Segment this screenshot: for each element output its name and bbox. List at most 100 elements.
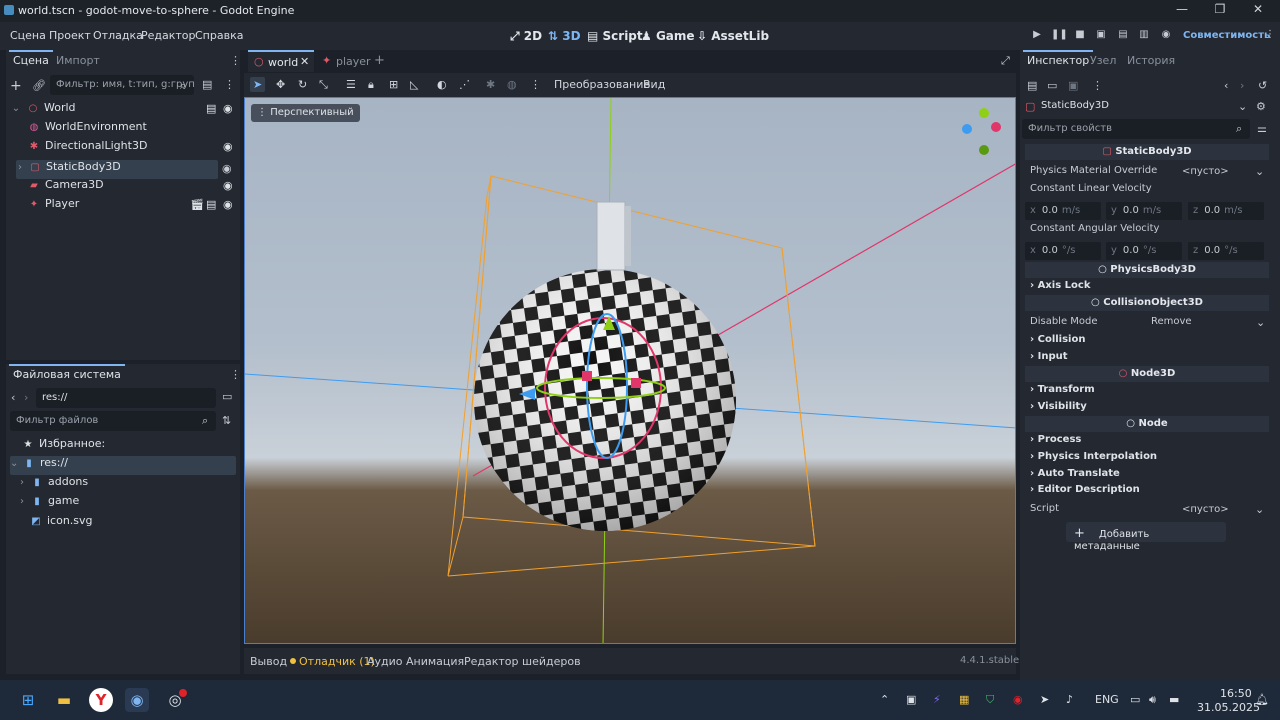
linear-x-field[interactable]: x 0.0 m/s <box>1025 202 1101 220</box>
expand-icon[interactable]: › <box>18 496 26 507</box>
tab-node[interactable]: Узел <box>1090 54 1116 67</box>
tab-audio[interactable]: Аудио <box>367 655 403 668</box>
start-icon[interactable]: ⊞ <box>16 688 40 712</box>
godot-icon[interactable]: ◉ <box>125 688 149 712</box>
scene-tab-world[interactable]: ○ world ✕ <box>248 50 314 72</box>
dropdown-icon[interactable]: ⌄ <box>1256 316 1265 329</box>
close-tab-icon[interactable]: ✕ <box>300 55 309 68</box>
renderer-selector[interactable]: Совместимость <box>1183 30 1270 41</box>
script-icon[interactable]: ▤ <box>206 198 216 211</box>
visibility-icon[interactable]: ◉ <box>223 179 233 192</box>
tray-battery-icon[interactable]: ▬ <box>1169 693 1179 706</box>
fs-item-addons[interactable]: › ▮ addons <box>18 475 88 494</box>
tray-telegram-icon[interactable]: ➤ <box>1040 693 1049 706</box>
player-box[interactable] <box>596 201 626 271</box>
close-icon[interactable]: ✕ <box>1246 2 1270 20</box>
maximize-icon[interactable]: ❐ <box>1208 2 1232 20</box>
orientation-gizmo-x[interactable] <box>991 122 1001 132</box>
orientation-gizmo-y[interactable] <box>979 108 989 118</box>
disable-mode-value[interactable]: Remove <box>1151 316 1192 327</box>
expand-icon[interactable]: › <box>18 477 26 488</box>
angular-y-field[interactable]: y 0.0 °/s <box>1106 242 1182 260</box>
stop-icon[interactable]: ■ <box>1072 29 1088 43</box>
language-indicator[interactable]: ENG <box>1095 693 1119 706</box>
snap-icon[interactable]: ⋰ <box>459 78 470 91</box>
group-physics-interpolation[interactable]: › Physics Interpolation <box>1030 451 1157 462</box>
perspective-menu[interactable]: ⋮ Перспективный <box>251 104 360 122</box>
tab-shader-editor[interactable]: Редактор шейдеров <box>464 655 581 668</box>
tray-mic-icon[interactable]: ♪ <box>1066 693 1073 706</box>
play-icon[interactable]: ▶ <box>1029 29 1045 43</box>
inspector-menu-icon[interactable]: ⋮ <box>1092 79 1103 92</box>
file-explorer-icon[interactable]: ▬ <box>52 688 76 712</box>
menu-project[interactable]: Проект <box>49 29 91 42</box>
back-icon[interactable]: ‹ <box>11 391 15 404</box>
script-value[interactable]: <пусто> <box>1182 504 1229 515</box>
orientation-gizmo-z[interactable] <box>962 124 972 134</box>
group-process[interactable]: › Process <box>1030 434 1081 445</box>
fs-item-icon-svg[interactable]: ◩ icon.svg <box>30 514 92 533</box>
play-scene-icon[interactable]: ▤ <box>1115 29 1131 43</box>
main-3d-button[interactable]: ⇅ 3D <box>548 29 581 43</box>
transform-menu[interactable]: Преобразование <box>554 78 650 91</box>
sun-preview-icon[interactable]: ✱ <box>486 78 495 91</box>
linear-z-field[interactable]: z 0.0 m/s <box>1188 202 1264 220</box>
tray-volume-icon[interactable]: 🔊︎ <box>1149 693 1156 707</box>
select-tool-icon[interactable]: ➤ <box>250 77 266 92</box>
tree-item-world-environment[interactable]: ◍ WorldEnvironment <box>28 120 236 139</box>
group-icon[interactable]: ⊞ <box>389 78 398 91</box>
expand-icon[interactable]: ⌄ <box>10 103 22 114</box>
view-menu[interactable]: Вид <box>643 78 665 91</box>
menu-scene[interactable]: Сцена <box>10 29 46 42</box>
distraction-free-icon[interactable]: ⤢ <box>1001 54 1010 68</box>
split-mode-icon[interactable]: ▭ <box>222 390 232 403</box>
tray-display-icon[interactable]: ▭ <box>1130 693 1140 706</box>
script-icon[interactable]: ▤ <box>206 102 216 115</box>
tab-output[interactable]: Вывод <box>250 655 287 668</box>
group-collision[interactable]: › Collision <box>1030 334 1085 345</box>
group-input[interactable]: › Input <box>1030 351 1068 362</box>
move-tool-icon[interactable]: ✥ <box>276 78 285 91</box>
tab-history[interactable]: История <box>1127 54 1175 67</box>
angular-z-field[interactable]: z 0.0 °/s <box>1188 242 1264 260</box>
script-attach-icon[interactable]: ▤ <box>202 78 212 91</box>
link-icon[interactable]: 🔗︎ <box>32 79 46 92</box>
history-forward-icon[interactable]: › <box>1240 79 1244 92</box>
main-game-button[interactable]: ♟ Game <box>641 29 695 43</box>
scene-menu-icon[interactable]: ⋮ <box>224 78 235 91</box>
fs-item-res[interactable]: ⌄ ▮ res:// <box>10 456 236 475</box>
tray-image-icon[interactable]: ▦ <box>959 693 969 706</box>
expand-icon[interactable]: › <box>16 162 24 173</box>
menu-help[interactable]: Справка <box>195 29 243 42</box>
tree-item-static-body[interactable]: › ▢ StaticBody3D <box>16 160 218 179</box>
visibility-icon[interactable]: ◉ <box>222 162 232 175</box>
dock-menu-icon[interactable]: ⋮ <box>230 368 241 381</box>
forward-icon[interactable]: › <box>24 391 28 404</box>
new-resource-icon[interactable]: ▤ <box>1027 79 1037 92</box>
add-metadata-button[interactable]: + Добавить метаданные <box>1066 522 1226 552</box>
movie-maker-icon[interactable]: ◉ <box>1158 29 1174 43</box>
local-space-icon[interactable]: ◐ <box>437 78 447 91</box>
inspected-object-name[interactable]: StaticBody3D <box>1041 100 1109 111</box>
object-history-icon[interactable]: ↺ <box>1258 79 1267 92</box>
main-assetlib-button[interactable]: ⇩ AssetLib <box>697 29 769 43</box>
yandex-browser-icon[interactable]: Y <box>89 688 113 712</box>
clock-time[interactable]: 16:50 <box>1220 687 1252 700</box>
remote-debug-icon[interactable]: ▣ <box>1093 29 1109 43</box>
clock-date[interactable]: 31.05.2025 <box>1197 701 1260 714</box>
environment-preview-icon[interactable]: ◍ <box>507 78 517 91</box>
tab-import[interactable]: Импорт <box>56 54 100 67</box>
scale-tool-icon[interactable]: ⤡ <box>319 78 328 92</box>
tab-debugger[interactable]: Отладчик (1) <box>299 655 375 668</box>
add-tab-icon[interactable]: + <box>374 53 385 68</box>
play-custom-icon[interactable]: ▥ <box>1136 29 1152 43</box>
3d-viewport[interactable]: ⋮ Перспективный <box>244 97 1016 644</box>
tray-lightning-icon[interactable]: ⚡︎ <box>933 693 941 706</box>
scene-tab-player[interactable]: ✦ player <box>318 50 374 72</box>
group-axis-lock[interactable]: › Axis Lock <box>1030 280 1090 291</box>
visibility-icon[interactable]: ◉ <box>223 198 233 211</box>
tree-item-world[interactable]: ⌄ ○ World ▤ ◉ <box>10 101 236 120</box>
add-node-icon[interactable]: + <box>10 78 22 94</box>
tray-record-icon[interactable]: ◉ <box>1013 693 1023 706</box>
menu-editor[interactable]: Редактор <box>141 29 196 42</box>
